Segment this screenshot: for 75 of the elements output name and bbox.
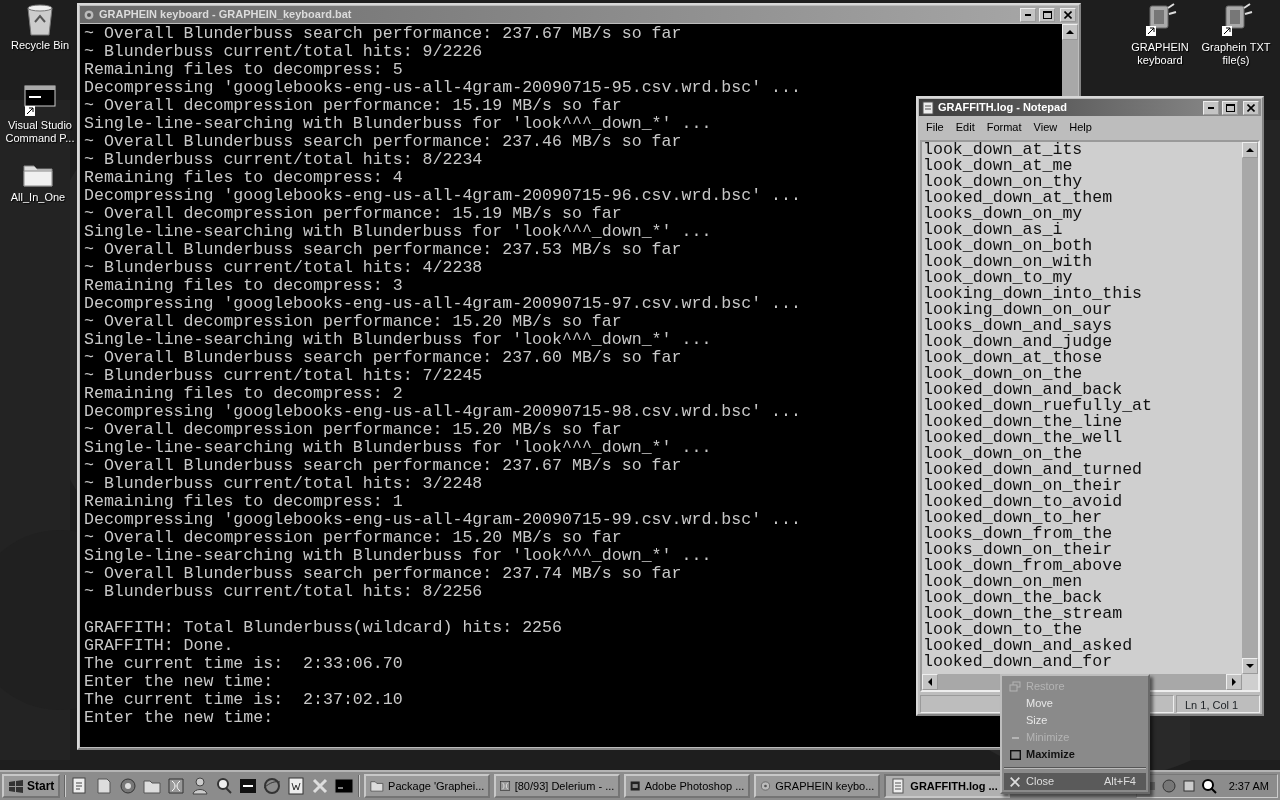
text-line: looked_down_the_line [923, 413, 1123, 430]
console-line: ~ Blunderbuss current/total hits: 7/2245 [84, 367, 483, 385]
text-line: looked_down_and_asked [923, 637, 1133, 654]
text-line: look_down_at_those [923, 349, 1103, 366]
console-line: Decompressing 'googlebooks-eng-us-all-4gram-20090715-99.csv.wrd.bsc' ... [84, 511, 801, 529]
text-line: looked_down_ruefully_at [923, 397, 1153, 414]
console-line: Decompressing 'googlebooks-eng-us-all-4gram-20090715-96.csv.wrd.bsc' ... [84, 187, 801, 205]
console-line: Decompressing 'googlebooks-eng-us-all-4gram-20090715-97.csv.wrd.bsc' ... [84, 295, 801, 313]
text-line: look_down_to_my [923, 269, 1073, 286]
console-line: Enter the new time: [84, 673, 274, 691]
text-line: looks_down_on_their [923, 541, 1113, 558]
text-line: look_down_the_back [923, 589, 1103, 606]
text-line: looked_down_and_for [923, 653, 1113, 670]
text-line: looked_down_on_their [923, 477, 1123, 494]
text-line: look_down_at_me [923, 157, 1073, 174]
text-line: looked_down_to_avoid [923, 493, 1123, 510]
console-line: ~ Overall decompression performance: 15.20 MB/s so far [84, 421, 622, 439]
console-line: GRAFFITH: Total Blunderbuss(wildcard) hits: 2256 [84, 619, 562, 637]
clock: 2:37 AM [1227, 778, 1269, 794]
console-line: The current time is: 2:37:02.10 [84, 691, 403, 709]
console-line: ~ Overall Blunderbuss search performance: 237.67 MB/s so far [84, 457, 682, 475]
text-line: looks_down_from_the [923, 525, 1113, 542]
text-line: looked_down_and_turned [923, 461, 1143, 478]
text-line: looked_down_the_well [923, 429, 1123, 446]
text-line: look_down_as_i [923, 221, 1063, 238]
console-line: ~ Blunderbuss current/total hits: 8/2234 [84, 151, 483, 169]
console-line: Remaining files to decompress: 2 [84, 385, 403, 403]
console-line: GRAFFITH: Done. [84, 637, 234, 655]
console-line: Remaining files to decompress: 3 [84, 277, 403, 295]
console-line: The current time is: 2:33:06.70 [84, 655, 403, 673]
console-line: ~ Overall Blunderbuss search performance: 237.74 MB/s so far [84, 565, 682, 583]
text-line: look_down_and_judge [923, 333, 1113, 350]
console-line: ~ Overall Blunderbuss search performance: 237.60 MB/s so far [84, 349, 682, 367]
console-line: ~ Blunderbuss current/total hits: 4/2238 [84, 259, 483, 277]
text-line: look_down_on_men [923, 573, 1083, 590]
text-line: look_down_from_above [923, 557, 1123, 574]
console-line: ~ Overall decompression performance: 15.20 MB/s so far [84, 529, 622, 547]
console-line: Single-line-searching with Blunderbuss for 'look^^^_down_*' ... [84, 547, 712, 565]
console-line: ~ Blunderbuss current/total hits: 9/2226 [84, 43, 483, 61]
text-line: look_down_on_the [923, 365, 1083, 382]
console-line: Decompressing 'googlebooks-eng-us-all-4gram-20090715-98.csv.wrd.bsc' ... [84, 403, 801, 421]
window-title: GRAFFITH.log - Notepad [938, 100, 1068, 116]
text-line: look_down_on_both [923, 237, 1093, 254]
text-line: looking_down_into_this [923, 285, 1143, 302]
text-line: look_down_on_the [923, 445, 1083, 462]
text-line: look_down_at_its [923, 141, 1083, 158]
console-line: ~ Overall decompression performance: 15.20 MB/s so far [84, 313, 622, 331]
text-line: looking_down_on_our [923, 301, 1113, 318]
console-line: Remaining files to decompress: 4 [84, 169, 403, 187]
console-line: ~ Overall decompression performance: 15.19 MB/s so far [84, 97, 622, 115]
text-line: looked_down_to_her [923, 509, 1103, 526]
console-line: ~ Blunderbuss current/total hits: 8/2256 [84, 583, 483, 601]
console-line: Remaining files to decompress: 1 [84, 493, 403, 511]
console-line: Enter the new time: [84, 709, 274, 727]
text-line: look_down_on_with [923, 253, 1093, 270]
console-line: Single-line-searching with Blunderbuss for 'look^^^_down_*' ... [84, 223, 712, 241]
console-line: ~ Overall Blunderbuss search performance: 237.46 MB/s so far [84, 133, 682, 151]
console-line: Single-line-searching with Blunderbuss for 'look^^^_down_*' ... [84, 331, 712, 349]
status-text: Ln 1, Col 1 [1176, 695, 1260, 713]
console-line: Single-line-searching with Blunderbuss for 'look^^^_down_*' ... [84, 115, 712, 133]
console-line: ~ Overall Blunderbuss search performance: 237.67 MB/s so far [84, 25, 682, 43]
text-line: looked_down_and_back [923, 381, 1123, 398]
console-line: Decompressing 'googlebooks-eng-us-all-4gram-20090715-95.csv.wrd.bsc' ... [84, 79, 801, 97]
console-line: ~ Blunderbuss current/total hits: 3/2248 [84, 475, 483, 493]
text-line: look_down_to_the [923, 621, 1083, 638]
console-line: ~ Overall Blunderbuss search performance: 237.53 MB/s so far [84, 241, 682, 259]
window-title: GRAPHEIN keyboard - GRAPHEIN_keyboard.bat [99, 7, 353, 23]
console-line: ~ Overall decompression performance: 15.19 MB/s so far [84, 205, 622, 223]
console-line: Single-line-searching with Blunderbuss for 'look^^^_down_*' ... [84, 439, 712, 457]
text-line: looked_down_at_them [923, 189, 1113, 206]
text-line: looks_down_on_my [923, 205, 1083, 222]
text-line: look_down_the_stream [923, 605, 1123, 622]
console-line: Remaining files to decompress: 5 [84, 61, 403, 79]
text-line: look_down_on_thy [923, 173, 1083, 190]
text-line: looks_down_and_says [923, 317, 1113, 334]
